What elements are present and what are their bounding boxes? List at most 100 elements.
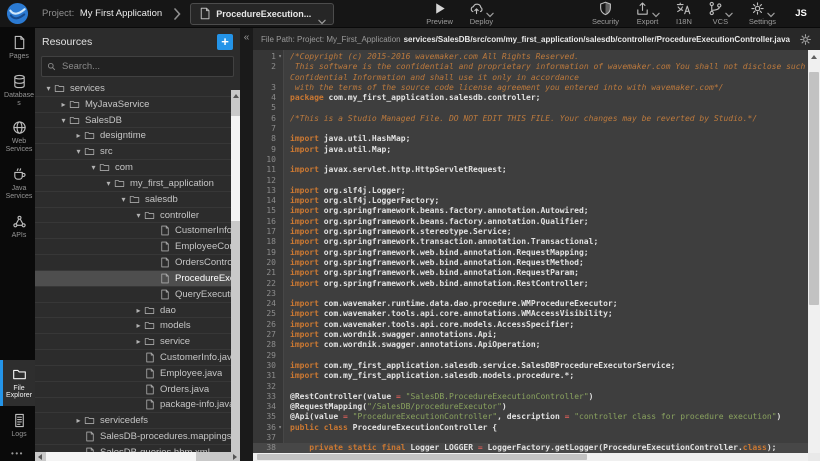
- tree-item-package-info-java[interactable]: package-info.java: [35, 398, 240, 414]
- topbar-action-security[interactable]: Security: [584, 1, 627, 26]
- file-tree: ▾services▸MyJavaService ▾ SalesDB ▸designti…: [35, 81, 240, 461]
- tree-item-my-first-application[interactable]: ▾my_first_application: [35, 176, 240, 192]
- tree-item-com[interactable]: ▾com: [35, 160, 240, 176]
- tree-expand-arrow[interactable]: ▾: [103, 179, 114, 188]
- topbar-action-vcs[interactable]: VCS: [700, 1, 741, 26]
- tree-expand-arrow[interactable]: ▾: [88, 163, 99, 172]
- vcs-icon: [708, 1, 723, 16]
- chevron-down-icon: [725, 5, 733, 12]
- tree-item-orders-java[interactable]: Orders.java: [35, 382, 240, 398]
- line-number: 9: [253, 145, 284, 155]
- line-number: 26: [253, 320, 284, 330]
- tree-item-myjavaservice[interactable]: ▸MyJavaService: [35, 97, 240, 113]
- fold-slot: [276, 165, 284, 175]
- tree-item-customerinfocontroller-java[interactable]: CustomerInfoController.java: [35, 223, 240, 239]
- code-fold-icon[interactable]: ▾: [276, 423, 284, 433]
- tree-item-procedureexecutioncontroller-java[interactable]: ProcedureExecutionController.java: [35, 271, 240, 287]
- tree-expand-arrow[interactable]: ▸: [133, 337, 144, 346]
- code-line-content: import java.util.HashMap;: [284, 134, 808, 144]
- tree-item-salesdb-procedures-mappings-json[interactable]: SalesDB-procedures.mappings.json: [35, 429, 240, 445]
- chevron-right-icon: [174, 8, 181, 20]
- tree-item-salesdb[interactable]: ▾salesdb: [35, 192, 240, 208]
- tree-expand-arrow[interactable]: ▸: [58, 100, 69, 109]
- rail-overflow-button[interactable]: •••: [0, 445, 35, 461]
- open-file-dropdown[interactable]: ProcedureExecution...: [190, 3, 334, 25]
- deploy-button[interactable]: Deploy: [461, 1, 502, 26]
- tree-item-src[interactable]: ▾src: [35, 144, 240, 160]
- scrollbar-thumb[interactable]: [46, 452, 196, 461]
- tree-item-customerinfo-java[interactable]: CustomerInfo.java: [35, 350, 240, 366]
- tree-expand-arrow[interactable]: ▾: [118, 195, 129, 204]
- tree-horizontal-scrollbar[interactable]: [35, 452, 240, 461]
- user-avatar[interactable]: JS: [790, 3, 812, 25]
- preview-button[interactable]: Preview: [418, 1, 461, 26]
- preview-label: Preview: [426, 17, 453, 26]
- sidebar-item-java-services[interactable]: Java Services: [0, 160, 35, 207]
- code-line-content: import org.springframework.web.bind.anno…: [284, 268, 808, 278]
- tree-item-employeecontroller-java[interactable]: EmployeeController.java: [35, 239, 240, 255]
- scroll-right-arrow[interactable]: [233, 454, 237, 460]
- collapse-panel-button[interactable]: «: [240, 32, 253, 43]
- fold-slot: [276, 433, 284, 443]
- code-line: 26import com.wavemaker.tools.api.core.mo…: [253, 320, 808, 330]
- java-services-icon: [12, 167, 27, 182]
- line-number: 8: [253, 134, 284, 144]
- editor-settings-gear-icon[interactable]: [799, 33, 812, 46]
- sidebar-item-pages[interactable]: Pages: [0, 28, 35, 67]
- sidebar-item-label: Java Services: [3, 185, 35, 201]
- tree-item-employee-java[interactable]: Employee.java: [35, 366, 240, 382]
- tree-expand-arrow[interactable]: ▸: [73, 131, 84, 140]
- code-area[interactable]: 1▾/*Copyright (c) 2015-2016 wavemaker.co…: [253, 50, 808, 453]
- fold-slot: [276, 186, 284, 196]
- tree-expand-arrow[interactable]: ▾: [43, 84, 54, 93]
- scrollbar-thumb[interactable]: [257, 454, 587, 460]
- tree-item-controller[interactable]: ▾controller: [35, 208, 240, 224]
- editor-vertical-scrollbar[interactable]: [808, 50, 820, 461]
- scroll-up-arrow[interactable]: [233, 94, 239, 98]
- tree-item-label: SalesDB: [85, 115, 122, 126]
- tree-item-salesdb[interactable]: ▾ SalesDB: [35, 113, 240, 129]
- sidebar-item-databases[interactable]: Databases: [0, 67, 35, 114]
- folder-icon: [54, 83, 65, 94]
- tree-item-orderscontroller-java[interactable]: OrdersController.java: [35, 255, 240, 271]
- scroll-up-arrow[interactable]: [811, 55, 817, 59]
- topbar-action-i18n[interactable]: I18N: [668, 1, 700, 26]
- scrollbar-corner: [808, 453, 820, 461]
- topbar-action-settings[interactable]: Settings: [741, 1, 784, 26]
- code-editor: File Path: Project: My_First_Application…: [253, 28, 820, 461]
- add-resource-button[interactable]: +: [217, 34, 233, 50]
- line-number: 15: [253, 206, 284, 216]
- topbar-action-export[interactable]: Export: [627, 1, 668, 26]
- sidebar-item-web-services[interactable]: Web Services: [0, 113, 35, 160]
- scrollbar-thumb[interactable]: [809, 72, 819, 305]
- file-icon: [159, 289, 170, 300]
- tree-expand-arrow[interactable]: ▾: [58, 116, 69, 125]
- tree-expand-arrow[interactable]: ▸: [133, 321, 144, 330]
- tree-item-servicedefs[interactable]: ▸servicedefs: [35, 413, 240, 429]
- editor-horizontal-scrollbar[interactable]: [253, 453, 808, 461]
- tree-item-models[interactable]: ▸models: [35, 318, 240, 334]
- code-fold-icon[interactable]: ▾: [276, 52, 284, 62]
- tree-item-services[interactable]: ▾services: [35, 81, 240, 97]
- tree-expand-arrow[interactable]: ▾: [133, 211, 144, 220]
- code-line: 35@Api(value = "ProcedureExecutionContro…: [253, 412, 808, 422]
- tree-item-queryexecutioncontroller-java[interactable]: QueryExecutionController.java: [35, 287, 240, 303]
- search-input[interactable]: [60, 60, 228, 73]
- fold-slot: [276, 402, 284, 412]
- line-number: 31: [253, 371, 284, 381]
- file-path: services/SalesDB/src/com/my_first_applic…: [404, 35, 795, 44]
- tree-expand-arrow[interactable]: ▸: [73, 416, 84, 425]
- tree-vertical-scrollbar[interactable]: [231, 90, 240, 452]
- scroll-left-arrow[interactable]: [38, 454, 42, 460]
- sidebar-item-apis[interactable]: APIs: [0, 207, 35, 246]
- tree-item-dao[interactable]: ▸dao: [35, 303, 240, 319]
- sidebar-item-file-explorer[interactable]: File Explorer: [0, 360, 35, 407]
- sidebar-item-logs[interactable]: Logs: [0, 406, 35, 445]
- file-path-prefix: File Path: Project: My_First_Application: [261, 35, 401, 44]
- scrollbar-thumb[interactable]: [231, 116, 240, 221]
- tree-item-service[interactable]: ▸service: [35, 334, 240, 350]
- tree-item-designtime[interactable]: ▸designtime: [35, 128, 240, 144]
- tree-expand-arrow[interactable]: ▾: [73, 147, 84, 156]
- tree-expand-arrow[interactable]: ▸: [133, 306, 144, 315]
- wavemaker-logo[interactable]: [6, 2, 29, 25]
